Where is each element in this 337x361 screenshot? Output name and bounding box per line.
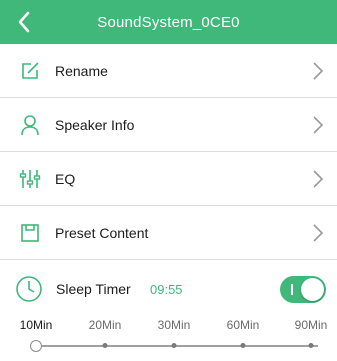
chevron-right-icon	[313, 169, 324, 188]
header-bar: SoundSystem_0CE0	[0, 0, 337, 44]
chevron-right-icon	[313, 61, 324, 80]
sleep-timer-label: Sleep Timer	[56, 281, 131, 297]
menu-item-label: Speaker Info	[55, 116, 135, 133]
back-button[interactable]	[8, 6, 40, 38]
duration-option-label: 20Min	[88, 318, 122, 332]
toggle-on-mark	[291, 284, 293, 295]
edit-icon	[18, 59, 42, 83]
menu-item-label: Preset Content	[55, 224, 149, 241]
speaker-settings-screen: SoundSystem_0CE0 Rename Speaker Info EQ …	[0, 0, 337, 361]
toggle-knob	[301, 278, 324, 301]
duration-option-label: 90Min	[294, 318, 328, 332]
user-icon	[18, 113, 42, 137]
preset-icon	[18, 221, 42, 245]
sleep-duration-labels: 10Min 20Min 30Min 60Min 90Min	[0, 318, 337, 336]
menu-item-label: Rename	[55, 62, 108, 79]
sleep-duration-slider[interactable]	[0, 336, 337, 356]
slider-tick	[102, 343, 108, 348]
duration-option-label: 60Min	[226, 318, 260, 332]
slider-tick	[171, 343, 177, 348]
menu-item-eq[interactable]: EQ	[0, 152, 337, 205]
menu-item-rename[interactable]: Rename	[0, 44, 337, 97]
equalizer-sliders-icon	[18, 167, 42, 191]
duration-option-label: 30Min	[157, 318, 191, 332]
sleep-timer-countdown: 09:55	[150, 282, 183, 297]
chevron-left-icon	[18, 11, 30, 33]
duration-option-label: 10Min	[19, 318, 53, 332]
slider-thumb[interactable]	[30, 340, 42, 352]
slider-track	[38, 345, 318, 347]
slider-tick	[240, 343, 246, 348]
page-title: SoundSystem_0CE0	[97, 13, 240, 31]
sleep-timer-row: Sleep Timer 09:55	[0, 267, 337, 311]
chevron-right-icon	[313, 223, 324, 242]
clock-icon	[16, 276, 42, 302]
menu-item-label: EQ	[55, 170, 76, 187]
slider-tick	[308, 343, 314, 348]
menu-item-speaker-info[interactable]: Speaker Info	[0, 98, 337, 151]
divider	[0, 259, 337, 260]
menu-item-preset-content[interactable]: Preset Content	[0, 206, 337, 259]
sleep-timer-toggle[interactable]	[280, 276, 326, 303]
chevron-right-icon	[313, 115, 324, 134]
